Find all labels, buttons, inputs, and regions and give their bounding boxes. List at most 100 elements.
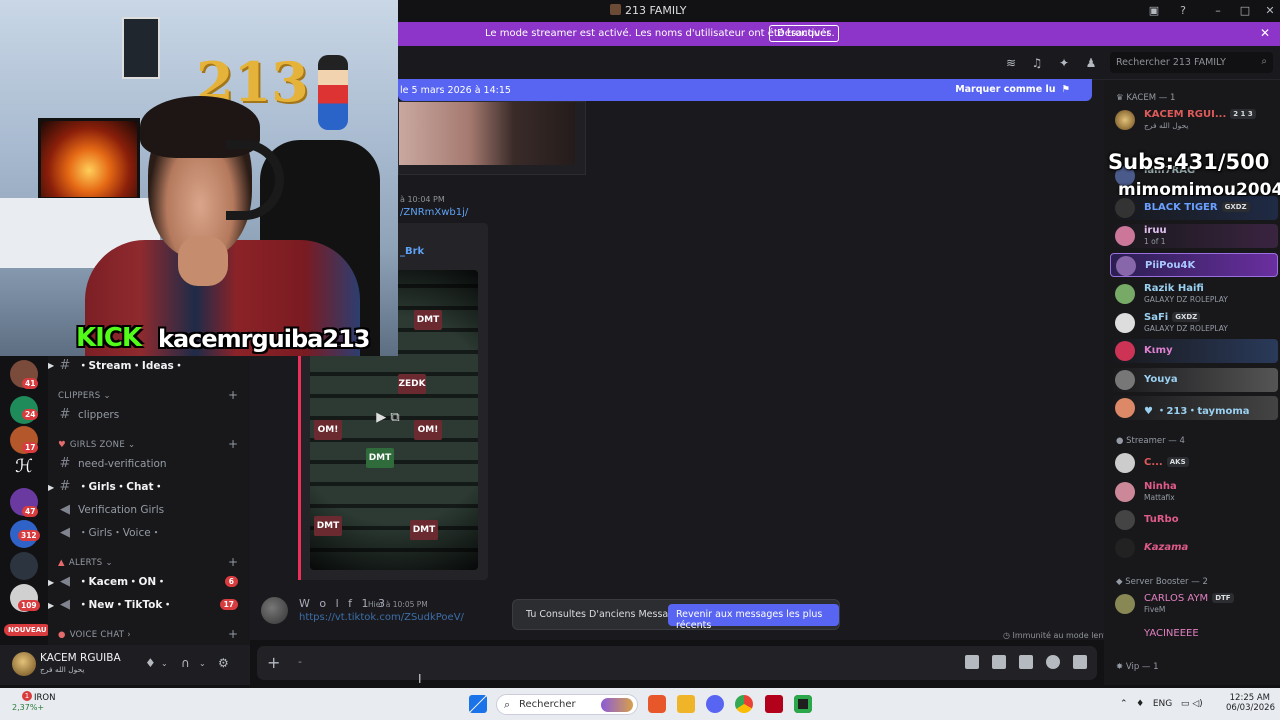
speaker-icon: ◀: [60, 502, 70, 517]
add-channel-icon[interactable]: +: [228, 627, 238, 641]
avatar: [1115, 198, 1135, 218]
gear-icon[interactable]: ⚙: [218, 656, 229, 670]
close-banner-icon[interactable]: ✕: [1260, 26, 1270, 40]
add-attachment-icon[interactable]: +: [267, 653, 280, 672]
message-link[interactable]: https://vt.tiktok.com/ZSudkPoeV/: [299, 612, 464, 623]
sticker-icon[interactable]: [1019, 655, 1033, 669]
avatar: [1116, 256, 1136, 276]
streamer-mode-banner: Le mode streamer est activé. Les noms d'…: [398, 22, 1280, 46]
help-icon[interactable]: ?: [1175, 3, 1191, 19]
member-turbo[interactable]: TuRbo: [1110, 508, 1278, 532]
chevron-down-icon[interactable]: ⌄: [161, 659, 168, 668]
bell-icon[interactable]: ♫: [1030, 56, 1044, 70]
play-icon[interactable]: ▶ ⧉: [374, 410, 402, 430]
stocks-widget[interactable]: 1 IRON 2,37%+: [12, 691, 55, 712]
members-icon[interactable]: ♟: [1084, 56, 1098, 70]
webcam-overlay: 213 KICK kacemrguiba213: [0, 0, 398, 356]
chevron-right-icon: ▶: [48, 578, 55, 587]
member-iruu[interactable]: iruu 1 of 1: [1110, 224, 1278, 248]
maximize-button[interactable]: □: [1237, 3, 1253, 19]
channel-need-verification[interactable]: # need-verification: [58, 456, 167, 471]
gift-icon[interactable]: [965, 655, 979, 669]
add-channel-icon[interactable]: +: [228, 555, 238, 569]
chevron-right-icon: ▶: [48, 361, 55, 370]
server-search-input[interactable]: Rechercher 213 FAMILY ⌕: [1110, 52, 1273, 73]
network-icon[interactable]: ▭: [1181, 699, 1190, 709]
category-voice-chat[interactable]: ● VOICE CHAT ›: [58, 630, 131, 640]
channel-clippers[interactable]: # clippers: [58, 407, 120, 422]
member-kacem[interactable]: KACEM RGUI... 2 1 3 يحول الله فرج: [1110, 108, 1278, 132]
notification-badge: 1: [22, 691, 32, 701]
member-c[interactable]: C... AKS: [1110, 451, 1278, 475]
add-channel-icon[interactable]: +: [228, 388, 238, 402]
headphones-icon[interactable]: ∩: [181, 656, 190, 670]
kick-channel-name: kacemrguiba213: [158, 325, 370, 353]
adobe-icon[interactable]: [765, 695, 783, 713]
apps-icon[interactable]: [1073, 655, 1087, 669]
chevron-down-icon[interactable]: ⌄: [199, 659, 206, 668]
member-yacine[interactable]: YACINEEEE: [1110, 622, 1278, 646]
minimize-button[interactable]: –: [1210, 3, 1226, 19]
channel-stream-ideas[interactable]: # ・Stream・Ideas・: [58, 358, 185, 373]
new-badge[interactable]: NOUVEAU: [4, 624, 51, 636]
folder-icon[interactable]: [677, 695, 695, 713]
chevron-up-icon[interactable]: ⌃: [1120, 699, 1128, 709]
chrome-icon[interactable]: [735, 695, 753, 713]
category-girls-zone[interactable]: ♥ GIRLS ZONE ⌄: [58, 440, 135, 450]
mic-icon[interactable]: ♦: [1136, 699, 1144, 709]
channel-list: ▶ # ・Stream・Ideas・ CLIPPERS ⌄ + # clippers…: [48, 356, 250, 646]
category-clippers[interactable]: CLIPPERS ⌄: [58, 391, 111, 401]
video-tile: DMT: [414, 310, 442, 330]
category-alerts[interactable]: ▲ ALERTS ⌄: [58, 558, 113, 568]
member-kazama[interactable]: Kazama: [1110, 536, 1278, 560]
server-icon[interactable]: [10, 552, 38, 580]
member-kimy[interactable]: Kιmy: [1110, 339, 1278, 363]
member-safi[interactable]: SaFi GXDZ GALAXY DZ ROLEPLAY: [1110, 311, 1278, 335]
member-carlos[interactable]: CARLOS AYM DTF FiveM: [1110, 592, 1278, 616]
kick-app-icon[interactable]: [794, 695, 812, 713]
inbox-icon[interactable]: ▣: [1146, 3, 1162, 19]
close-window-button[interactable]: ✕: [1262, 3, 1278, 19]
microphone-icon[interactable]: ♦: [145, 656, 156, 670]
emoji-icon[interactable]: [1046, 655, 1060, 669]
discord-icon[interactable]: [706, 695, 724, 713]
pin-icon[interactable]: ✦: [1057, 56, 1071, 70]
taskbar-search[interactable]: ⌕ Rechercher: [496, 694, 638, 715]
channel-kacem-on[interactable]: ◀ ・Kacem・ON・: [58, 574, 167, 589]
server-icon: [610, 4, 621, 15]
gif-icon[interactable]: [992, 655, 1006, 669]
channel-new-tiktok[interactable]: ◀ ・New・TikTok・: [58, 597, 173, 612]
image-attachment[interactable]: [398, 101, 586, 175]
mark-as-read-button[interactable]: Marquer comme lu ⚑: [955, 84, 1070, 95]
user-name[interactable]: KACEM RGUIBA: [40, 652, 121, 664]
old-messages-toast: Tu Consultes D'anciens Messages Revenir …: [512, 599, 840, 631]
member-group-streamer: ● Streamer — 4: [1116, 436, 1185, 446]
new-messages-bar[interactable]: le 5 mars 2026 à 14:15 Marquer comme lu ⚑: [398, 79, 1092, 101]
member-youya[interactable]: Youya: [1110, 368, 1278, 392]
member-taymoma[interactable]: ♥ ・213・taymoma: [1110, 396, 1278, 420]
member-ninha[interactable]: Ninha Mattafix: [1110, 480, 1278, 504]
server-icon[interactable]: ℋ: [10, 456, 38, 484]
avatar[interactable]: [12, 652, 36, 676]
start-icon[interactable]: [469, 695, 487, 713]
subs-goal-overlay: Subs:431/500: [1108, 150, 1270, 174]
message-composer[interactable]: + -: [257, 646, 1097, 680]
threads-icon[interactable]: ≋: [1004, 56, 1018, 70]
channel-girls-chat[interactable]: # ・Girls・Chat・: [58, 479, 164, 494]
member-razik[interactable]: Razik Haifi GALAXY DZ ROLEPLAY: [1110, 282, 1278, 306]
disable-streamer-mode-button[interactable]: Désactiver: [769, 25, 839, 42]
avatar[interactable]: [261, 597, 288, 624]
volume-icon[interactable]: ◁): [1192, 699, 1202, 709]
embed-author[interactable]: _Brk: [400, 246, 424, 257]
kick-logo: KICK: [76, 323, 142, 353]
jump-to-present-button[interactable]: Revenir aux messages les plus récents: [668, 604, 839, 631]
member-piipou[interactable]: PiiPou4K: [1110, 253, 1278, 277]
system-clock[interactable]: 12:25 AM 06/03/2026: [1226, 693, 1275, 713]
add-channel-icon[interactable]: +: [228, 437, 238, 451]
system-tray[interactable]: ⌃ ♦ ENG ▭ ◁): [1120, 699, 1203, 709]
channel-verification-girls[interactable]: ◀ Verification Girls: [58, 502, 164, 517]
channel-girls-voice[interactable]: ◀ ・Girls・Voice・: [58, 525, 161, 540]
message-input[interactable]: -: [298, 655, 302, 668]
message-link[interactable]: /ZNRmXwb1j/: [400, 207, 468, 218]
brave-icon[interactable]: [648, 695, 666, 713]
